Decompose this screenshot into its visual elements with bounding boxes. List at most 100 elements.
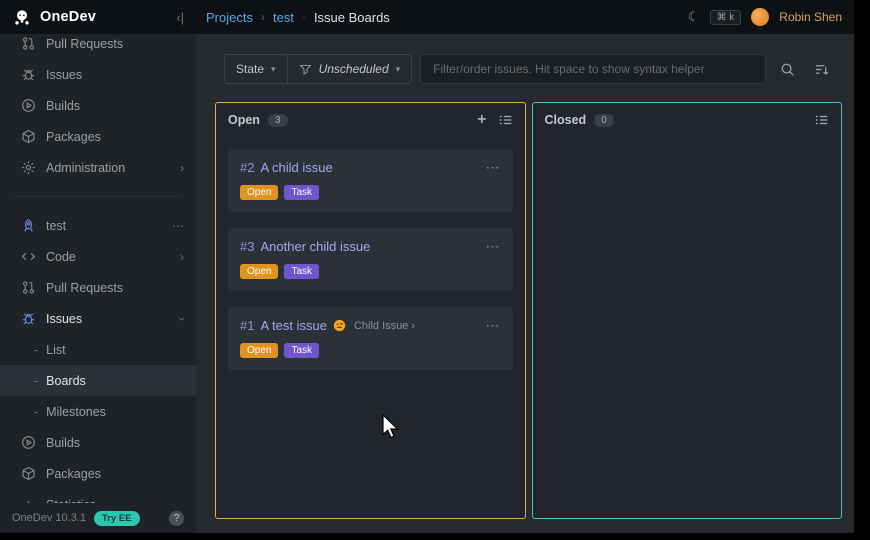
caret-down-icon: ▾ (396, 64, 401, 75)
sidebar-item-label: Builds (46, 99, 80, 113)
child-issue-link[interactable]: Child Issue › (354, 320, 415, 332)
sidebar-item-label: Pull Requests (46, 281, 123, 295)
issue-card[interactable]: #3 Another child issue ⋯ Open Task (228, 228, 513, 291)
issue-board: Open 3 + #2 A child issue ⋯ (215, 102, 842, 519)
type-badge: Task (284, 343, 319, 358)
issue-number: #2 (240, 160, 254, 175)
sidebar: Pull Requests Issues Builds Packages Adm… (0, 34, 196, 533)
issue-title-link[interactable]: Another child issue (260, 239, 370, 254)
sidebar-item-builds[interactable]: Builds (0, 90, 196, 121)
sidebar-item-label: Administration (46, 161, 125, 175)
more-icon[interactable]: ⋯ (172, 219, 184, 233)
state-badge: Open (240, 264, 278, 279)
sidebar-item-administration[interactable]: Administration › (0, 152, 196, 183)
card-title-row: #3 Another child issue ⋯ (240, 238, 501, 255)
column-actions: + (477, 112, 512, 128)
help-icon[interactable]: ? (169, 511, 184, 526)
avatar[interactable] (751, 8, 769, 26)
sidebar-item-label: List (46, 343, 65, 357)
state-badge: Open (240, 185, 278, 200)
sub-item-bullet: - (34, 374, 38, 388)
column-menu-button[interactable] (499, 113, 513, 127)
breadcrumb-separator: › (261, 10, 265, 24)
breadcrumb-project-link[interactable]: test (273, 10, 294, 25)
collapse-sidebar-icon[interactable]: ‹| (176, 10, 184, 25)
breadcrumb-current-page: Issue Boards (314, 10, 390, 25)
issue-filter-input[interactable] (420, 54, 766, 84)
bug-icon (20, 311, 36, 327)
sidebar-item-project-test[interactable]: test ⋯ (0, 210, 196, 241)
card-list-closed (533, 137, 842, 161)
sidebar-item-statistics[interactable]: Statistics › (0, 489, 196, 503)
column-actions (815, 113, 829, 127)
dark-mode-icon[interactable]: ☾ (688, 9, 700, 25)
sidebar-item-project-builds[interactable]: Builds (0, 427, 196, 458)
card-list-open: #2 A child issue ⋯ Open Task #3 Another … (216, 137, 525, 382)
state-badge: Open (240, 343, 278, 358)
milestone-dropdown-button[interactable]: Unscheduled ▾ (287, 55, 412, 83)
try-ee-badge[interactable]: Try EE (94, 511, 140, 526)
rocket-icon (20, 218, 36, 234)
sidebar-item-project-pull-requests[interactable]: Pull Requests (0, 272, 196, 303)
breadcrumb-projects-link[interactable]: Projects (206, 10, 253, 25)
caret-down-icon: ▾ (271, 64, 276, 75)
sub-item-bullet: - (34, 405, 38, 419)
search-button[interactable] (774, 56, 800, 82)
column-header-open: Open 3 + (216, 103, 525, 137)
column-menu-button[interactable] (815, 113, 829, 127)
chevron-right-icon: › (180, 250, 184, 264)
sidebar-item-issues-list[interactable]: - List (0, 334, 196, 365)
column-count-badge: 3 (268, 114, 288, 127)
user-name[interactable]: Robin Shen (779, 10, 842, 24)
card-more-button[interactable]: ⋯ (486, 238, 501, 255)
board-column-closed: Closed 0 (532, 102, 843, 519)
code-icon (20, 249, 36, 265)
sidebar-item-packages[interactable]: Packages (0, 121, 196, 152)
gear-icon (20, 160, 36, 176)
sidebar-item-label: Boards (46, 374, 86, 388)
type-badge: Task (284, 264, 319, 279)
card-more-button[interactable]: ⋯ (486, 159, 501, 176)
card-title-row: #2 A child issue ⋯ (240, 159, 501, 176)
sidebar-divider (14, 196, 182, 197)
card-more-button[interactable]: ⋯ (486, 317, 501, 334)
child-issue-label: Child Issue (354, 320, 408, 332)
sidebar-item-issues-milestones[interactable]: - Milestones (0, 396, 196, 427)
state-dropdown-button[interactable]: State ▾ (225, 55, 287, 83)
shortcut-key-badge[interactable]: ⌘ k (710, 10, 742, 25)
board-toolbar: State ▾ Unscheduled ▾ (224, 54, 834, 84)
sidebar-item-label: Builds (46, 436, 80, 450)
package-icon (20, 129, 36, 145)
topbar: OneDev ‹| Projects › test · Issue Boards… (0, 0, 854, 34)
card-badges: Open Task (240, 264, 501, 279)
sidebar-item-label: test (46, 219, 66, 233)
column-title: Open (228, 113, 260, 127)
sidebar-item-issues[interactable]: Issues (0, 59, 196, 90)
add-card-button[interactable]: + (477, 112, 486, 128)
issue-card[interactable]: #2 A child issue ⋯ Open Task (228, 149, 513, 212)
order-button[interactable] (808, 56, 834, 82)
sidebar-item-code[interactable]: Code › (0, 241, 196, 272)
sidebar-item-label: Packages (46, 130, 101, 144)
sidebar-nav: Pull Requests Issues Builds Packages Adm… (0, 28, 196, 503)
issue-card[interactable]: #1 A test issue Child Issue › ⋯ Open Tas… (228, 307, 513, 370)
issue-title-link[interactable]: A child issue (260, 160, 332, 175)
sort-order-icon (814, 62, 829, 77)
pull-request-icon (20, 280, 36, 296)
board-column-open: Open 3 + #2 A child issue ⋯ (215, 102, 526, 519)
sidebar-item-project-issues[interactable]: Issues › (0, 303, 196, 334)
issue-number: #1 (240, 318, 254, 333)
chevron-right-icon: › (180, 161, 184, 175)
sidebar-item-label: Pull Requests (46, 37, 123, 51)
sidebar-footer: OneDev 10.3.1 Try EE ? (0, 503, 196, 533)
card-title-row: #1 A test issue Child Issue › ⋯ (240, 317, 501, 334)
version-label: OneDev 10.3.1 (12, 512, 86, 524)
onedev-logo-icon[interactable] (12, 7, 32, 27)
sidebar-item-label: Milestones (46, 405, 106, 419)
sidebar-item-project-packages[interactable]: Packages (0, 458, 196, 489)
sidebar-item-label: Code (46, 250, 76, 264)
package-icon (20, 466, 36, 482)
issue-title-link[interactable]: A test issue (260, 318, 326, 333)
brand-name: OneDev (40, 9, 96, 25)
sidebar-item-issues-boards[interactable]: - Boards (0, 365, 196, 396)
